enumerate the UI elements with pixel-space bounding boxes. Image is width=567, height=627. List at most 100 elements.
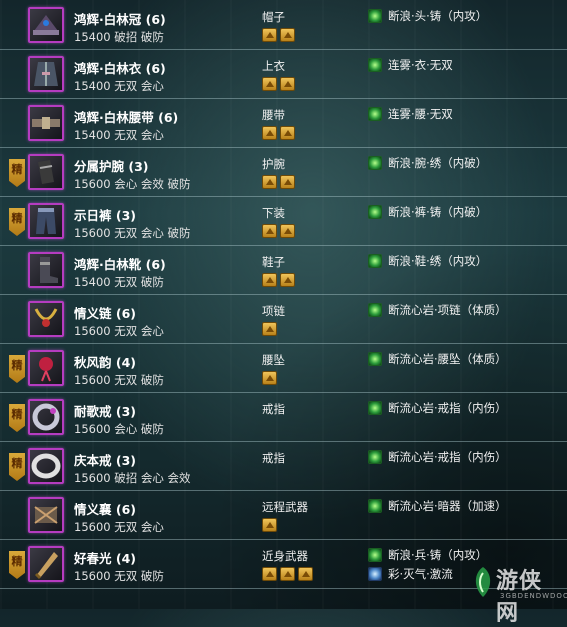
item-slot: 戒指 [262, 451, 285, 465]
item-slot: 戒指 [262, 402, 285, 416]
gem-socket-icon[interactable] [280, 224, 295, 238]
gem-sockets [262, 126, 298, 142]
item-slot: 下装 [262, 206, 285, 220]
gem-socket-icon[interactable] [262, 518, 277, 532]
watermark-url: 3GBDENDWDOOGS [500, 592, 567, 600]
gem-socket-icon[interactable] [262, 371, 277, 385]
enchant-line: 连雾·衣·无双 [368, 57, 453, 73]
hat-icon[interactable] [28, 7, 64, 43]
color-enchant-icon[interactable] [368, 567, 382, 581]
gem-socket-icon[interactable] [280, 567, 295, 581]
hidden-weapon-icon[interactable] [28, 497, 64, 533]
enchant-text: 断浪·鞋·绣（内攻） [388, 254, 488, 268]
item-name: 情义链 (6) [74, 306, 136, 321]
enchant-icon[interactable] [368, 548, 382, 562]
site-watermark: 游侠网 3GBDENDWDOOGS [470, 561, 567, 626]
enchant-icon[interactable] [368, 58, 382, 72]
gem-socket-icon[interactable] [262, 273, 277, 287]
enchant-text: 断浪·裤·铸（内破） [388, 205, 488, 219]
necklace-icon[interactable] [28, 301, 64, 337]
item-name: 秋风韵 (4) [74, 355, 136, 370]
refined-badge: 精 [9, 208, 25, 236]
item-name: 耐歌戒 (3) [74, 404, 136, 419]
equipment-row[interactable]: 鸿辉·白林冠 (6) 15400 破招 破防 帽子 断浪·头·铸（内攻） [0, 0, 567, 50]
item-slot: 远程武器 [262, 500, 308, 514]
item-attributes: 15600 无双 破防 [74, 373, 164, 387]
enchant-text: 断浪·兵·铸（内攻） [388, 548, 488, 562]
enchant-icon[interactable] [368, 107, 382, 121]
item-attributes: 15600 会心 会效 破防 [74, 177, 191, 191]
item-attributes: 15400 无双 会心 [74, 79, 164, 93]
item-attributes: 15600 无双 会心 [74, 324, 164, 338]
item-name: 情义襄 (6) [74, 502, 136, 517]
enchant-icon[interactable] [368, 352, 382, 366]
gem-socket-icon[interactable] [280, 28, 295, 42]
enchant-text: 断流心岩·戒指（内伤） [388, 401, 507, 415]
boots-icon[interactable] [28, 252, 64, 288]
item-slot: 腰带 [262, 108, 285, 122]
gem-socket-icon[interactable] [262, 77, 277, 91]
gem-socket-icon[interactable] [262, 175, 277, 189]
enchant-text: 断流心岩·暗器（加速） [388, 499, 507, 513]
equipment-row[interactable]: 精 秋风韵 (4) 15600 无双 破防 腰坠 断流心岩·腰坠（体质） [0, 343, 567, 393]
item-attributes: 15600 无双 破防 [74, 569, 164, 583]
enchant-icon[interactable] [368, 401, 382, 415]
robe-icon[interactable] [28, 56, 64, 92]
gem-sockets [262, 28, 298, 44]
enchant-line: 断流心岩·戒指（内伤） [368, 449, 507, 465]
bracer-icon[interactable] [28, 154, 64, 190]
gem-socket-icon[interactable] [280, 175, 295, 189]
gem-socket-icon[interactable] [298, 567, 313, 581]
equipment-row[interactable]: 精 庆本戒 (3) 15600 破招 会心 会效 戒指 断流心岩·戒指（内伤） [0, 441, 567, 491]
enchant-line: 断浪·腕·绣（内破） [368, 155, 487, 171]
equipment-row[interactable]: 情义链 (6) 15600 无双 会心 项链 断流心岩·项链（体质） [0, 294, 567, 344]
pendant-icon[interactable] [28, 350, 64, 386]
refined-badge: 精 [9, 355, 25, 383]
gem-socket-icon[interactable] [280, 126, 295, 140]
equipment-row[interactable]: 精 耐歌戒 (3) 15600 会心 破防 戒指 断流心岩·戒指（内伤） [0, 392, 567, 442]
enchant-text: 断流心岩·戒指（内伤） [388, 450, 507, 464]
equipment-row[interactable]: 鸿辉·白林腰带 (6) 15400 无双 会心 腰带 连雾·腰·无双 [0, 98, 567, 148]
gem-socket-icon[interactable] [280, 273, 295, 287]
item-attributes: 15600 无双 会心 [74, 520, 164, 534]
equipment-row[interactable]: 鸿辉·白林靴 (6) 15400 无双 破防 鞋子 断浪·鞋·绣（内攻） [0, 245, 567, 295]
equipment-row[interactable]: 精 示日裤 (3) 15600 无双 会心 破防 下装 断浪·裤·铸（内破） [0, 196, 567, 246]
equipment-row[interactable]: 鸿辉·白林衣 (6) 15400 无双 会心 上衣 连雾·衣·无双 [0, 49, 567, 99]
belt-icon[interactable] [28, 105, 64, 141]
enchant-icon[interactable] [368, 303, 382, 317]
gem-socket-icon[interactable] [262, 28, 277, 42]
item-name: 示日裤 (3) [74, 208, 136, 223]
item-slot: 项链 [262, 304, 285, 318]
gem-sockets [262, 224, 298, 240]
melee-weapon-icon[interactable] [28, 546, 64, 582]
gem-socket-icon[interactable] [280, 77, 295, 91]
enchant-icon[interactable] [368, 499, 382, 513]
equipment-row[interactable]: 情义襄 (6) 15600 无双 会心 远程武器 断流心岩·暗器（加速） [0, 490, 567, 540]
equipment-row[interactable]: 精 分属护腕 (3) 15600 会心 会效 破防 护腕 断浪·腕·绣（内破） [0, 147, 567, 197]
refined-badge: 精 [9, 453, 25, 481]
enchant-line: 断浪·裤·铸（内破） [368, 204, 487, 220]
enchant-icon[interactable] [368, 156, 382, 170]
enchant-icon[interactable] [368, 9, 382, 23]
item-slot: 腰坠 [262, 353, 285, 367]
item-name: 分属护腕 (3) [74, 159, 149, 174]
gem-socket-icon[interactable] [262, 126, 277, 140]
enchant-icon[interactable] [368, 254, 382, 268]
enchant-line: 连雾·腰·无双 [368, 106, 453, 122]
item-slot: 护腕 [262, 157, 285, 171]
gem-socket-icon[interactable] [262, 567, 277, 581]
item-attributes: 15400 无双 破防 [74, 275, 164, 289]
enchant-line: 断流心岩·项链（体质） [368, 302, 507, 318]
ring-silver-icon[interactable] [28, 448, 64, 484]
gem-sockets [262, 175, 298, 191]
pants-icon[interactable] [28, 203, 64, 239]
gem-socket-icon[interactable] [262, 322, 277, 336]
enchant-text: 断流心岩·项链（体质） [388, 303, 507, 317]
item-name: 鸿辉·白林靴 (6) [74, 257, 166, 272]
item-name: 鸿辉·白林衣 (6) [74, 61, 166, 76]
enchant-icon[interactable] [368, 205, 382, 219]
gem-socket-icon[interactable] [262, 224, 277, 238]
ring-icon[interactable] [28, 399, 64, 435]
enchant-icon[interactable] [368, 450, 382, 464]
gem-sockets [262, 371, 280, 387]
